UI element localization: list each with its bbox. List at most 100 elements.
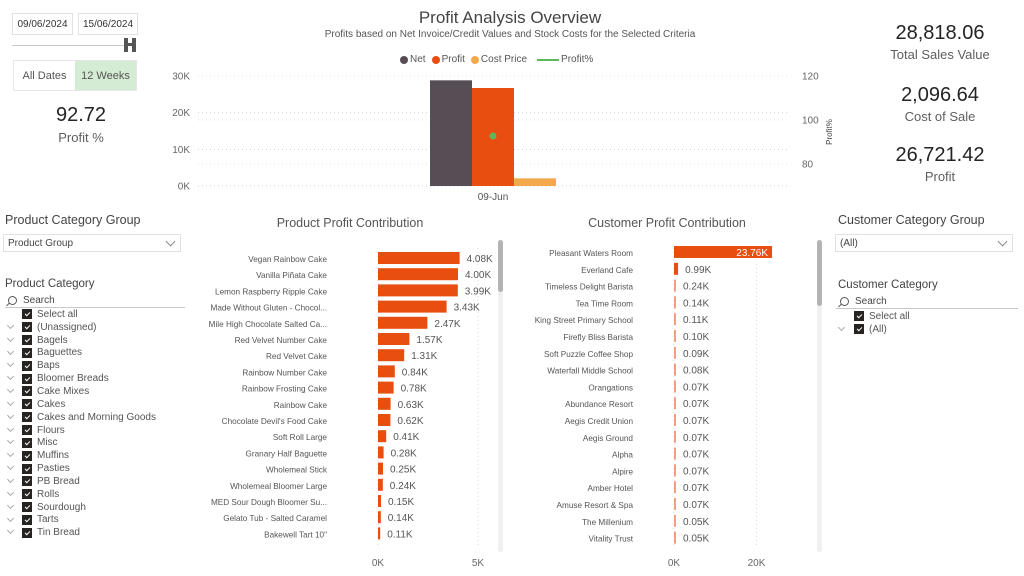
bar[interactable] [674,464,676,477]
slicer-item[interactable]: Misc [6,436,186,449]
bar[interactable] [378,333,410,345]
bar[interactable] [674,262,679,275]
bar[interactable] [674,531,676,544]
legend-profit-pct[interactable]: Profit% [533,54,593,65]
checkbox-checked-icon[interactable] [22,347,32,358]
checkbox-checked-icon[interactable] [854,311,864,322]
checkbox-checked-icon[interactable] [854,324,864,335]
slicer-item[interactable]: Tin Bread [6,526,186,539]
bar[interactable] [674,481,676,494]
slicer-item[interactable]: Sourdough [6,501,186,514]
checkbox-checked-icon[interactable] [22,309,32,320]
customer-chart-scrollbar[interactable] [817,240,822,552]
slicer-item[interactable]: Flours [6,424,186,437]
bar[interactable] [378,414,391,426]
legend-net[interactable]: Net [400,54,426,65]
chevron-down-icon[interactable] [6,373,15,381]
legend-profit[interactable]: Profit [431,54,465,65]
bar[interactable] [674,330,676,342]
chevron-down-icon[interactable] [6,501,15,509]
chevron-down-icon[interactable] [6,386,15,394]
bar[interactable] [378,446,384,459]
customer-category-group-dropdown[interactable]: (All) [835,234,1013,252]
select-all-checkbox[interactable]: Select all [6,308,186,321]
bar[interactable] [378,300,447,313]
bar[interactable] [674,498,676,510]
checkbox-checked-icon[interactable] [22,399,32,410]
checkbox-checked-icon[interactable] [22,463,32,474]
bar[interactable] [378,284,458,297]
bar[interactable] [378,527,381,540]
bar[interactable] [674,430,676,443]
profit-pct-point[interactable] [489,132,497,140]
slicer-item[interactable]: (All) [837,323,1018,336]
bar[interactable] [378,268,458,281]
slicer-item[interactable]: PB Bread [6,475,186,488]
bar[interactable] [674,414,676,426]
chevron-down-icon[interactable] [6,527,15,535]
bar[interactable] [674,313,676,326]
bar[interactable] [378,478,383,491]
bar[interactable] [378,495,381,507]
bar[interactable] [378,511,381,524]
date-slider-handle[interactable] [124,38,136,52]
bar[interactable] [378,252,460,264]
bar[interactable] [378,381,394,394]
chevron-down-icon[interactable] [6,360,15,368]
slicer-item[interactable]: Bagels [6,334,186,347]
slicer-item[interactable]: Cakes and Morning Goods [6,411,186,424]
all-dates-button[interactable]: All Dates [14,61,75,90]
chevron-down-icon[interactable] [6,347,15,355]
slicer-item[interactable]: Pasties [6,462,186,475]
chevron-down-icon[interactable] [6,475,15,484]
12-weeks-button[interactable]: 12 Weeks [75,61,136,90]
bar[interactable] [378,462,383,475]
bar[interactable] [378,430,387,443]
slicer-item[interactable]: Cake Mixes [6,385,186,398]
bar[interactable] [378,397,391,410]
end-date-input[interactable]: 15/06/2024 [78,13,138,35]
bar[interactable] [674,397,676,410]
product-category-group-dropdown[interactable]: Product Group [3,234,181,252]
select-all-checkbox[interactable]: Select all [838,310,1018,323]
bar[interactable] [674,363,676,376]
slicer-item[interactable]: Bloomer Breads [6,372,186,385]
bar[interactable] [674,514,676,527]
slicer-item[interactable]: Muffins [6,449,186,462]
legend-cost-price[interactable]: Cost Price [470,54,527,65]
slicer-item[interactable]: Baguettes [6,347,186,360]
checkbox-checked-icon[interactable] [22,360,32,371]
chevron-down-icon[interactable] [6,334,15,342]
checkbox-checked-icon[interactable] [22,425,32,436]
slicer-item[interactable]: Baps [6,359,186,372]
slicer-item[interactable]: (Unassigned) [6,321,186,334]
chevron-down-icon[interactable] [6,321,15,329]
slicer-item[interactable]: Cakes [6,398,186,411]
chevron-down-icon[interactable] [6,437,15,445]
checkbox-checked-icon[interactable] [22,476,32,487]
product-scrollbar-thumb[interactable] [498,240,503,292]
chevron-down-icon[interactable] [6,424,15,432]
bar[interactable] [674,346,676,359]
checkbox-checked-icon[interactable] [22,335,32,346]
chevron-down-icon[interactable] [6,398,15,406]
checkbox-checked-icon[interactable] [22,514,32,525]
bar[interactable] [378,316,428,329]
product-search-input[interactable]: Search [5,293,185,308]
chevron-down-icon[interactable] [6,514,15,522]
bar[interactable] [378,349,405,362]
slicer-item[interactable]: Tarts [6,514,186,527]
product-chart-scrollbar[interactable] [498,240,503,552]
checkbox-checked-icon[interactable] [22,412,32,423]
chevron-down-icon[interactable] [837,323,846,331]
customer-scrollbar-thumb[interactable] [817,240,822,306]
checkbox-checked-icon[interactable] [22,489,32,500]
start-date-input[interactable]: 09/06/2024 [12,13,73,35]
chevron-down-icon[interactable] [6,463,15,471]
cost-price-bar[interactable] [514,178,556,186]
chevron-down-icon[interactable] [6,411,15,419]
chevron-down-icon[interactable] [6,488,15,496]
bar[interactable] [674,279,676,292]
bar[interactable] [378,365,395,378]
checkbox-checked-icon[interactable] [22,527,32,538]
